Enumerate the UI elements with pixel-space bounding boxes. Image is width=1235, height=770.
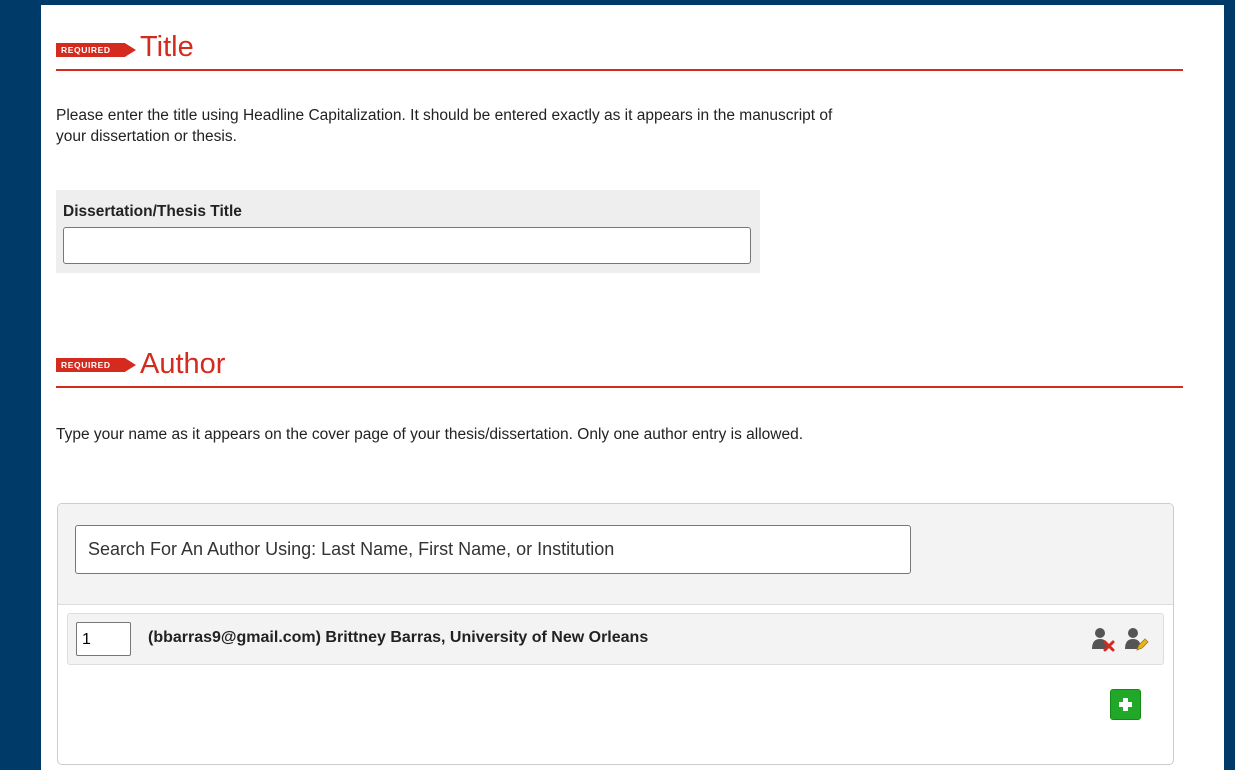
remove-author-icon[interactable] [1090,626,1116,652]
author-entry-text: (bbarras9@gmail.com) Brittney Barras, Un… [148,629,649,646]
remove-author-icon-graphic [1092,628,1115,652]
title-field-group: Dissertation/Thesis Title [56,190,760,273]
author-row: (bbarras9@gmail.com) Brittney Barras, Un… [67,613,1164,665]
edit-author-icon-graphic [1125,628,1149,651]
title-input[interactable] [63,227,751,264]
submission-form: REQUIRED Title Please enter the title us… [41,5,1224,770]
author-search-input[interactable] [75,525,911,574]
title-section-heading: Title [140,31,194,63]
author-panel: (bbarras9@gmail.com) Brittney Barras, Un… [57,503,1174,765]
author-instructions: Type your name as it appears on the cove… [56,426,803,443]
required-badge: REQUIRED [56,43,136,57]
title-section-header: REQUIRED Title [56,30,1183,71]
edit-author-icon[interactable] [1123,626,1149,652]
author-order-input[interactable] [76,622,131,656]
add-author-icon[interactable] [1110,689,1141,720]
title-field-label: Dissertation/Thesis Title [63,203,242,220]
author-search-bar [58,504,1173,605]
required-badge: REQUIRED [56,358,136,372]
author-section-header: REQUIRED Author [56,347,1183,388]
title-instructions: Please enter the title using Headline Ca… [56,107,833,145]
author-section-heading: Author [140,348,226,380]
